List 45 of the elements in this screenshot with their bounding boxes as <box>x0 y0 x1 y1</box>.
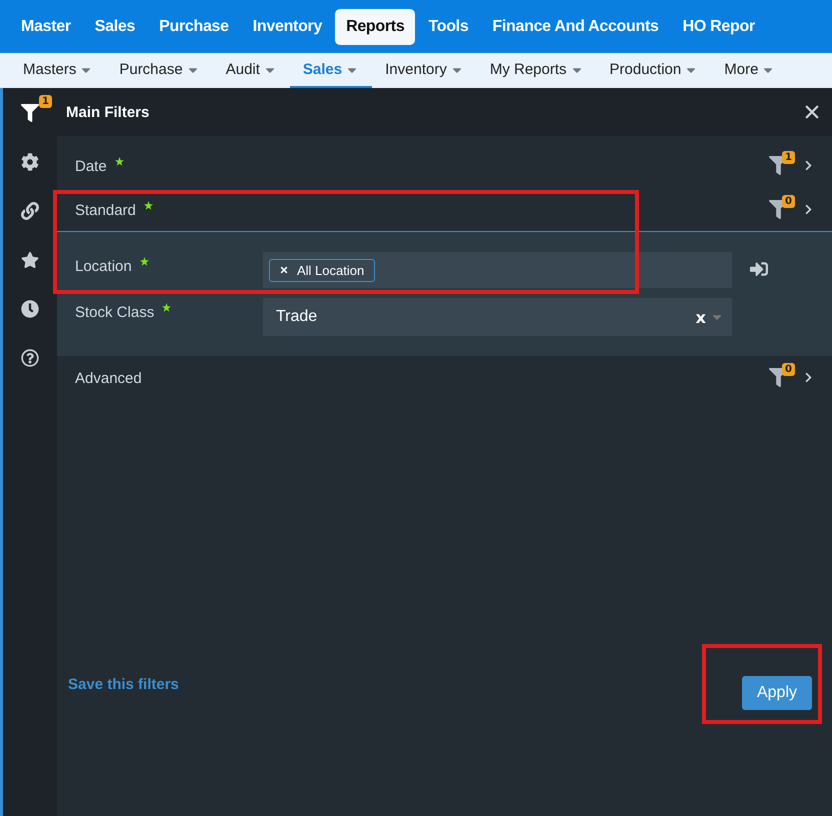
menu-tab[interactable]: Purchase <box>148 8 240 44</box>
selected-tag[interactable]: All Location <box>269 258 376 282</box>
settings-icon <box>21 152 39 170</box>
filter-section-header[interactable]: Advanced 0 <box>57 356 832 400</box>
required-icon <box>144 201 153 210</box>
submenu-tab[interactable]: Production <box>596 53 712 88</box>
filter-icon <box>21 104 39 122</box>
menu-tab[interactable]: Inventory <box>242 8 334 44</box>
submenu-tab[interactable]: My Reports <box>476 53 597 88</box>
submenu-tab[interactable]: Inventory <box>372 53 477 88</box>
count-badge: 0 <box>782 363 795 376</box>
chevron-icon <box>803 160 814 171</box>
menu-tab[interactable]: Tools <box>417 8 480 44</box>
count-badge: 0 <box>782 195 795 208</box>
filter-section-header[interactable]: Date 1 <box>57 144 832 188</box>
menu-tab[interactable]: Reports <box>335 8 416 44</box>
required-icon <box>114 157 124 166</box>
field-label: Location <box>75 258 132 275</box>
menu-tab[interactable]: Master <box>10 8 82 44</box>
submenu-tab[interactable]: More <box>711 53 788 88</box>
submenu-tab[interactable]: Masters <box>10 53 106 88</box>
select-field[interactable]: Trade x <box>263 298 732 336</box>
menu-tab[interactable]: Finance And Accounts <box>481 8 670 44</box>
count-badge: 1 <box>782 151 795 164</box>
section-label: Standard <box>75 202 136 219</box>
clock-icon <box>21 300 39 318</box>
submenu-tab[interactable]: Purchase <box>106 53 213 88</box>
chevron-icon <box>803 372 814 383</box>
link-icon <box>21 202 39 220</box>
help-icon <box>21 348 39 366</box>
chevron-icon <box>803 204 814 215</box>
save-filters-link[interactable]: Save this filters <box>68 676 179 692</box>
count-badge: 1 <box>39 95 52 108</box>
panel-title: Main Filters <box>66 104 150 120</box>
field-label: Stock Class <box>75 304 154 321</box>
sign-in-icon[interactable] <box>750 260 768 278</box>
menu-tab[interactable]: HO Repor <box>672 8 766 44</box>
clear-text[interactable]: x <box>696 308 706 326</box>
submenu-tab[interactable]: Audit <box>212 53 290 88</box>
star-icon <box>21 250 39 268</box>
menu-tab[interactable]: Sales <box>84 8 146 44</box>
multi-select-field[interactable]: All Location <box>263 252 732 288</box>
section-label: Date <box>75 158 107 175</box>
section-label: Advanced <box>75 370 142 387</box>
remove-icon[interactable] <box>280 266 288 274</box>
